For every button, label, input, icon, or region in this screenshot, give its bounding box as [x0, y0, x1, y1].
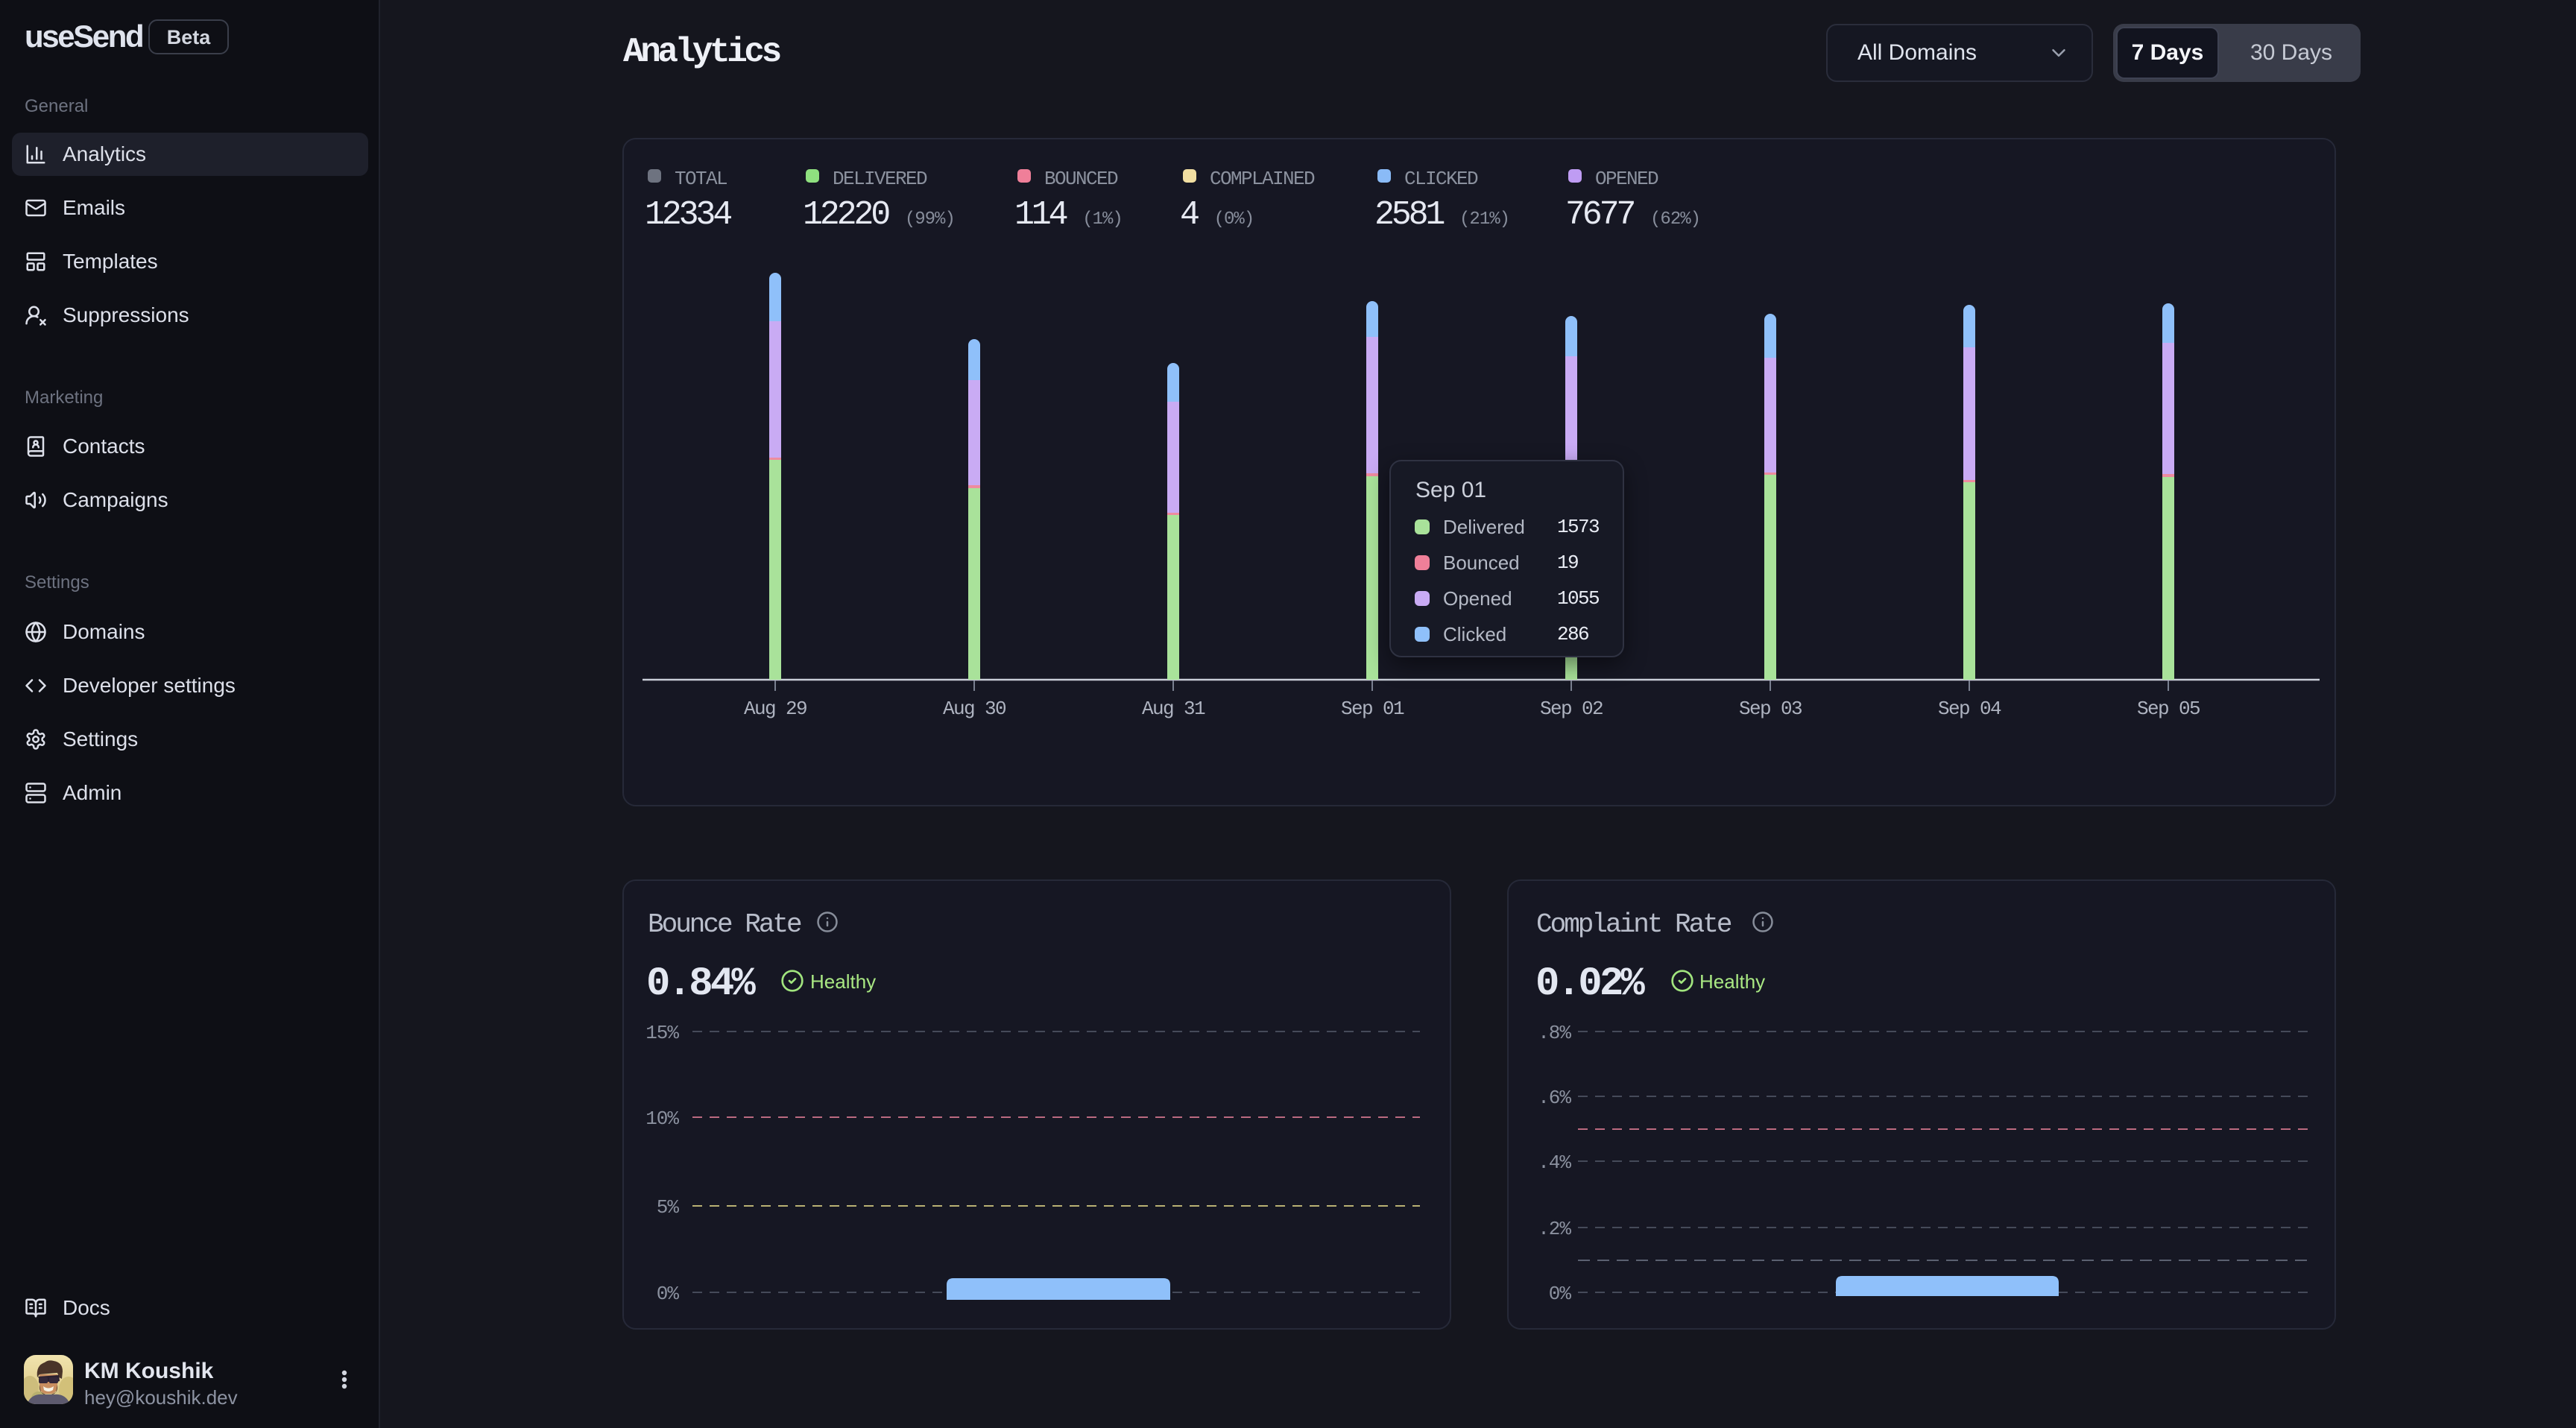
svg-text:Aug 29: Aug 29 — [744, 698, 806, 720]
svg-text:15%: 15% — [645, 1022, 679, 1044]
svg-text:0%: 0% — [1549, 1283, 1572, 1305]
svg-text:Aug 31: Aug 31 — [1142, 698, 1205, 720]
svg-text:Sep 02: Sep 02 — [1540, 698, 1603, 720]
svg-text:Sep 01: Sep 01 — [1341, 698, 1404, 720]
svg-text:.6%: .6% — [1538, 1087, 1571, 1109]
svg-text:Sep 03: Sep 03 — [1739, 698, 1802, 720]
svg-text:10%: 10% — [645, 1108, 679, 1130]
svg-text:5%: 5% — [657, 1196, 680, 1219]
svg-text:.4%: .4% — [1538, 1151, 1571, 1174]
svg-text:.8%: .8% — [1538, 1022, 1571, 1044]
svg-text:0%: 0% — [657, 1283, 680, 1305]
svg-text:Aug 30: Aug 30 — [943, 698, 1006, 720]
svg-text:Sep 05: Sep 05 — [2137, 698, 2200, 720]
svg-text:Sep 04: Sep 04 — [1938, 698, 2001, 720]
svg-text:.2%: .2% — [1538, 1218, 1571, 1240]
